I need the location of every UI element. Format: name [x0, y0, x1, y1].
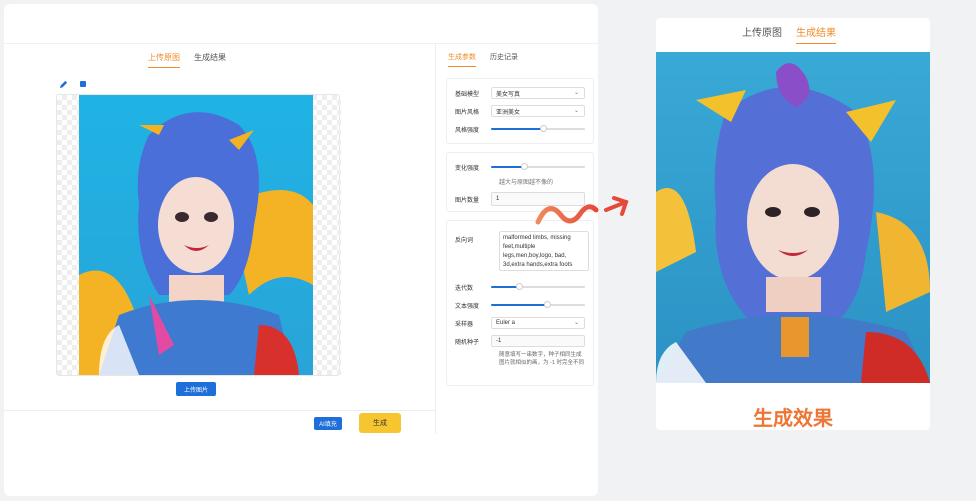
prompt-card: 反向词 malformed limbs, missing feet,multip… [446, 220, 594, 386]
text-strength-label: 文本强度 [455, 303, 480, 310]
change-strength-label: 变化强度 [455, 165, 480, 172]
slider-handle[interactable] [520, 163, 528, 170]
editor-panel: 上传原图 生成结果 上传图片 AI填充 生成 [4, 44, 436, 434]
iterations-row: 迭代数 [455, 279, 585, 295]
app-window: 上传原图 生成结果 上传图片 AI填充 生成 生成参数 历史记录 基础模型 美女… [4, 4, 598, 496]
iterations-slider[interactable] [491, 281, 585, 293]
change-strength-hint: 越大与原图越不像的 [499, 180, 554, 186]
base-model-label: 基础模型 [455, 91, 480, 98]
tab-history[interactable]: 历史记录 [490, 52, 518, 67]
seed-input[interactable]: -1 [491, 335, 585, 347]
iterations-label: 迭代数 [455, 285, 474, 292]
style-strength-label: 风格强度 [455, 127, 480, 134]
change-strength-slider[interactable] [491, 161, 585, 173]
sampler-select[interactable]: Euler a ⌄ [491, 317, 585, 329]
chevron-down-icon: ⌄ [573, 320, 579, 326]
editor-tabs: 上传原图 生成结果 [148, 52, 226, 68]
base-model-row: 基础模型 美女写真 ⌄ [455, 85, 585, 101]
generated-image [656, 52, 930, 383]
sampler-value: Euler a [496, 320, 516, 326]
chevron-down-icon: ⌄ [573, 108, 579, 114]
text-strength-slider[interactable] [491, 299, 585, 311]
params-tabs: 生成参数 历史记录 [448, 52, 518, 67]
slider-handle[interactable] [516, 283, 524, 290]
arrow-icon [535, 196, 629, 225]
action-bar: AI填充 生成 [4, 410, 436, 434]
image-style-row: 图片风格 亚洲美女 ⌄ [455, 103, 585, 119]
screenshot-frame: 上传原图 生成结果 上传图片 AI填充 生成 生成参数 历史记录 基础模型 美女… [0, 0, 976, 501]
text-strength-row: 文本强度 [455, 297, 585, 313]
slider-fill [491, 166, 524, 168]
image-canvas[interactable] [56, 94, 341, 376]
sampler-row: 采样器 Euler a ⌄ [455, 315, 585, 331]
generate-button[interactable]: 生成 [359, 413, 401, 433]
slider-fill [491, 286, 520, 288]
chevron-down-icon: ⌄ [573, 90, 579, 96]
model-card: 基础模型 美女写真 ⌄ 图片风格 亚洲美女 ⌄ 风格强度 [446, 78, 594, 144]
slider-fill [491, 128, 543, 130]
app-header [4, 4, 598, 44]
upload-image-button[interactable]: 上传图片 [176, 382, 216, 396]
drawing-toolbar [56, 78, 90, 90]
style-strength-row: 风格强度 [455, 121, 585, 137]
image-count-value: 1 [496, 196, 500, 202]
slider-handle[interactable] [539, 125, 547, 132]
base-model-select[interactable]: 美女写真 ⌄ [491, 87, 585, 99]
result-caption: 生成效果 [753, 408, 833, 430]
image-count-label: 图片数量 [455, 197, 480, 204]
pencil-icon[interactable] [56, 78, 70, 90]
seed-hint: 随意填写一串数字，种子相同生成图片就相似的画，为 -1 时完全不同 [499, 352, 584, 366]
ai-fill-button[interactable]: AI填充 [314, 417, 342, 430]
tab-generated-result[interactable]: 生成结果 [796, 24, 836, 44]
seed-value: -1 [496, 338, 502, 344]
image-style-label: 图片风格 [455, 109, 480, 116]
sampler-label: 采样器 [455, 321, 474, 328]
tab-generated-result[interactable]: 生成结果 [194, 52, 226, 68]
base-model-value: 美女写真 [496, 91, 521, 98]
change-strength-row: 变化强度 [455, 159, 585, 175]
image-style-select[interactable]: 亚洲美女 ⌄ [491, 105, 585, 117]
image-style-value: 亚洲美女 [496, 109, 521, 116]
negative-prompt-label: 反向词 [455, 238, 474, 244]
slider-handle[interactable] [544, 301, 552, 308]
result-panel: 上传原图 生成结果 [656, 18, 930, 430]
tab-upload-original[interactable]: 上传原图 [742, 24, 782, 44]
uploaded-image [79, 95, 313, 375]
tab-upload-original[interactable]: 上传原图 [148, 52, 180, 68]
stop-square-icon[interactable] [76, 78, 90, 90]
seed-row: 随机种子 -1 [455, 333, 585, 349]
slider-fill [491, 304, 548, 306]
tab-generation-params[interactable]: 生成参数 [448, 52, 476, 67]
result-tabs: 上传原图 生成结果 [742, 24, 836, 44]
style-strength-slider[interactable] [491, 123, 585, 135]
seed-label: 随机种子 [455, 339, 480, 346]
